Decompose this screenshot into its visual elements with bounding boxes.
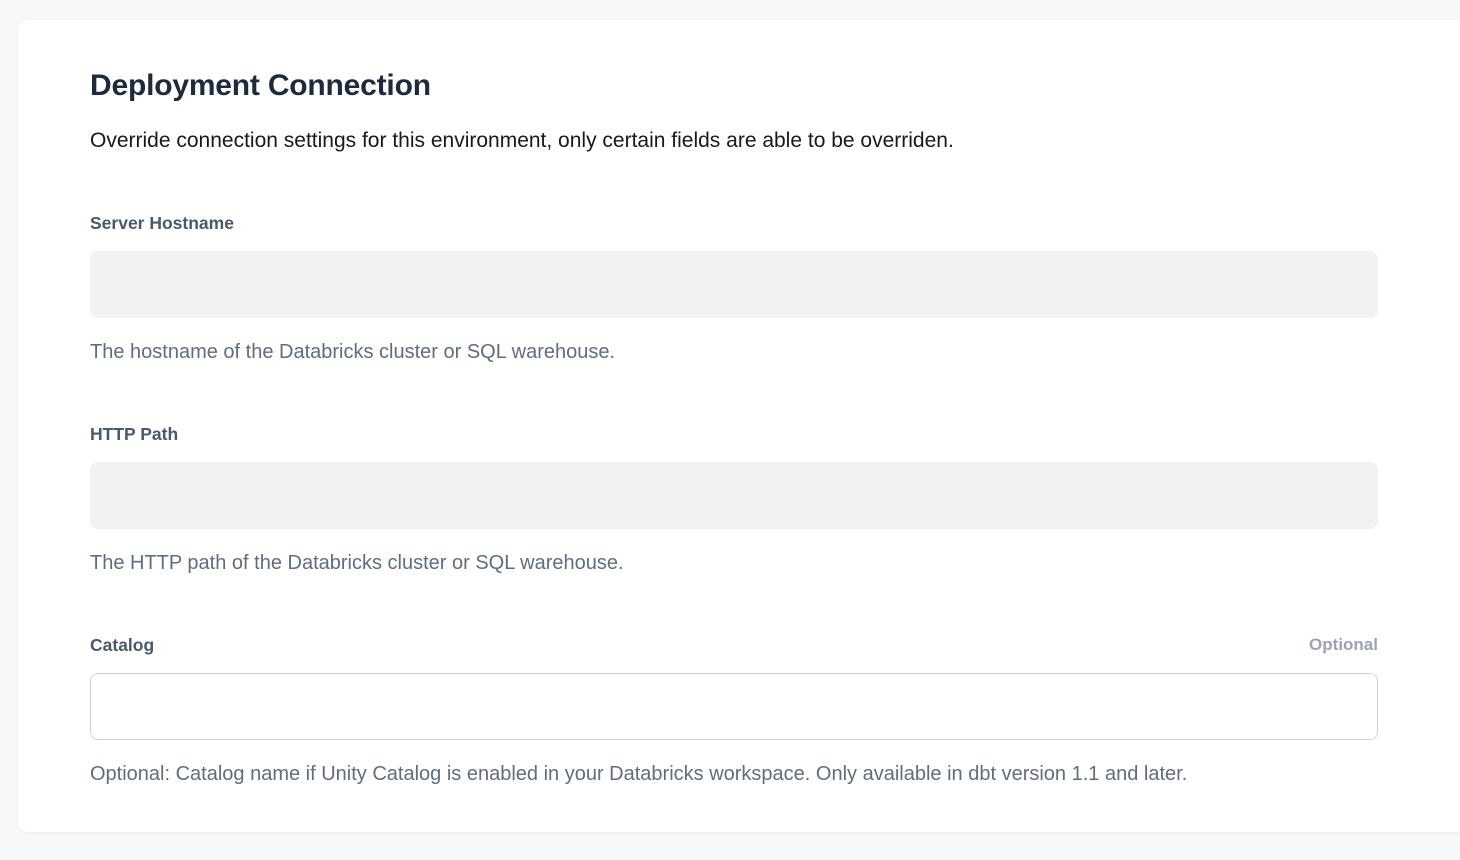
catalog-helper: Optional: Catalog name if Unity Catalog … [90, 762, 1378, 787]
field-group-catalog: Catalog Optional Optional: Catalog name … [90, 634, 1378, 787]
http-path-label-row: HTTP Path [90, 423, 1378, 445]
server-hostname-helper: The hostname of the Databricks cluster o… [90, 340, 1378, 365]
field-group-http-path: HTTP Path The HTTP path of the Databrick… [90, 423, 1378, 576]
deployment-connection-card: Deployment Connection Override connectio… [18, 20, 1460, 832]
catalog-input[interactable] [90, 673, 1378, 740]
server-hostname-label-row: Server Hostname [90, 212, 1378, 234]
page-title: Deployment Connection [90, 68, 1378, 104]
server-hostname-input [90, 251, 1378, 318]
field-group-server-hostname: Server Hostname The hostname of the Data… [90, 212, 1378, 365]
server-hostname-label: Server Hostname [90, 212, 234, 234]
catalog-label: Catalog [90, 634, 154, 656]
page-subtitle: Override connection settings for this en… [90, 128, 1378, 154]
http-path-label: HTTP Path [90, 423, 178, 445]
http-path-helper: The HTTP path of the Databricks cluster … [90, 551, 1378, 576]
http-path-input [90, 462, 1378, 529]
catalog-label-row: Catalog Optional [90, 634, 1378, 656]
optional-badge: Optional [1309, 634, 1378, 656]
form-content: Deployment Connection Override connectio… [90, 68, 1378, 787]
page-background: Deployment Connection Override connectio… [0, 0, 1460, 860]
